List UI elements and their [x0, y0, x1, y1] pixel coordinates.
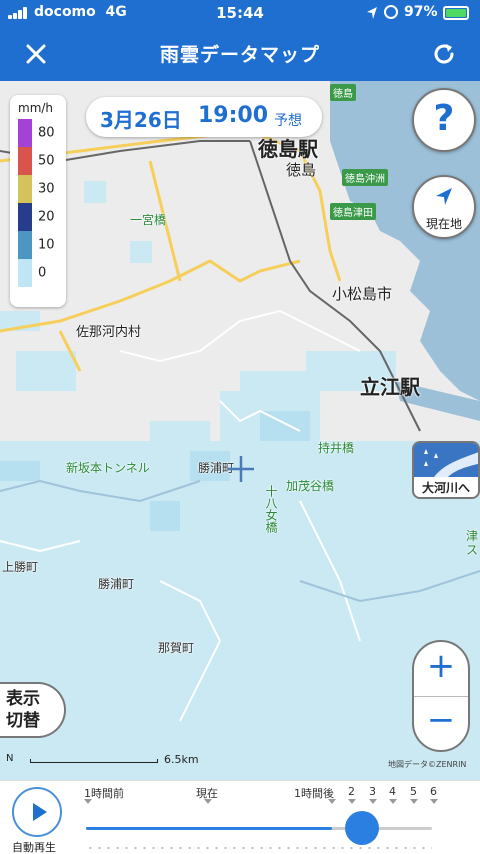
help-button[interactable]: ? [412, 88, 476, 152]
legend-swatch [18, 147, 32, 175]
alarm-icon [384, 5, 398, 19]
major-river-button[interactable]: 大河川へ [412, 441, 480, 499]
timeline-dots [86, 847, 432, 849]
legend-swatch [18, 259, 32, 287]
timeline-slider-thumb[interactable] [344, 811, 379, 845]
rain-legend: mm/h 80 50 30 20 10 0 [10, 95, 66, 307]
river-icon [414, 443, 478, 477]
timeline-label: 6 [430, 785, 437, 798]
legend-value: 10 [38, 237, 55, 253]
location-arrow-icon [367, 7, 377, 19]
timeline-progress [86, 827, 332, 830]
label-tokushima-okisu: 徳島沖洲 [342, 169, 388, 186]
zoom-out-button[interactable]: − [414, 700, 468, 754]
timeline-tick [389, 799, 397, 804]
label-kamikatsu-town: 上勝町 [2, 560, 39, 574]
label-juhachime-bridge: 十八女橋 [264, 485, 278, 533]
label-tokushima-station: 徳島駅 [258, 137, 318, 161]
header-bar: 雨雲データマップ [0, 26, 480, 81]
legend-row: 20 [18, 203, 62, 231]
legend-value: 0 [38, 265, 47, 281]
refresh-icon[interactable] [428, 38, 460, 70]
legend-value: 20 [38, 209, 55, 225]
legend-swatch [18, 203, 32, 231]
legend-swatch [18, 231, 32, 259]
label-tatsue-station: 立江駅 [360, 375, 420, 399]
navigation-arrow-icon [436, 188, 452, 205]
page-title: 雨雲データマップ [159, 44, 320, 66]
major-river-label: 大河川へ [421, 481, 470, 495]
timeline-label: 5 [410, 785, 417, 798]
label-tokushima-tsuda: 徳島津田 [330, 203, 376, 220]
label-tokushima-top: 徳島 [330, 84, 356, 101]
legend-row: 30 [18, 175, 62, 203]
zoom-control: + − [412, 640, 470, 752]
rain-map[interactable]: 徳島駅 徳島 徳島 徳島沖洲 徳島津田 一宮橋 小松島市 佐那河内村 立江駅 持… [0, 81, 480, 780]
label-shinsakamoto-tunnel: 新坂本トンネル [66, 461, 150, 475]
north-indicator: N [6, 753, 14, 764]
label-edge-right: 津 ス [466, 529, 479, 557]
app: docomo 4G 15:44 97% 雨雲データマップ 徳島駅 徳島 徳島 徳… [0, 0, 480, 854]
timeline-bar: 自動再生 1時間前 現在 1時間後 2 3 4 5 6 [0, 780, 480, 854]
label-tokushima: 徳島 [286, 161, 317, 179]
timeline-track[interactable] [86, 827, 432, 830]
legend-row: 50 [18, 147, 62, 175]
legend-value: 30 [38, 181, 55, 197]
label-kamoya-bridge: 加茂谷橋 [286, 479, 335, 493]
zoom-divider [414, 696, 468, 697]
auto-play-label: 自動再生 [12, 841, 56, 854]
legend-unit: mm/h [18, 101, 54, 115]
map-base [0, 81, 480, 780]
zoom-in-button[interactable]: + [414, 646, 468, 700]
timeline-tick [84, 799, 92, 804]
legend-row: 0 [18, 259, 62, 287]
scale-distance: 6.5km [164, 753, 199, 766]
timeline-tick [204, 799, 212, 804]
current-location-label: 現在地 [425, 217, 462, 231]
label-komatsushima-city: 小松島市 [332, 285, 393, 303]
timeline-tick [430, 799, 438, 804]
timeline-tick [369, 799, 377, 804]
status-bar: docomo 4G 15:44 97% [0, 0, 480, 26]
label-sanagochi: 佐那河内村 [76, 325, 142, 340]
display-toggle-button[interactable]: 表示 切替 [0, 682, 66, 738]
help-question-icon: ? [433, 98, 455, 139]
current-location-button[interactable]: 現在地 [412, 175, 476, 239]
legend-swatch [18, 175, 32, 203]
legend-value: 50 [38, 153, 55, 169]
crosshair-icon [228, 456, 254, 482]
forecast-time: 19:00 [198, 103, 269, 128]
timeline-label: 3 [369, 785, 376, 798]
play-button[interactable] [12, 787, 62, 837]
label-ichinomiya-bridge: 一宮橋 [130, 213, 167, 227]
legend-value: 80 [38, 125, 55, 141]
timeline-label: 4 [389, 785, 396, 798]
scale-bar [30, 759, 158, 763]
legend-swatch [18, 119, 32, 147]
label-mochii-bridge: 持井橋 [318, 441, 355, 455]
timeline-tick [328, 799, 336, 804]
map-credit: 地図データ©ZENRIN [388, 760, 467, 769]
timeline-label: 2 [348, 785, 355, 798]
timeline-tick [348, 799, 356, 804]
legend-row: 80 [18, 119, 62, 147]
forecast-date: 3月26日 [100, 108, 182, 132]
battery-percent: 97% [404, 4, 438, 20]
forecast-mode: 予想 [274, 113, 302, 129]
display-toggle-label: 表示 切替 [6, 689, 40, 731]
play-icon [33, 803, 47, 821]
label-naka-town: 那賀町 [158, 641, 195, 655]
battery-icon [443, 6, 469, 20]
timeline-tick [410, 799, 418, 804]
forecast-time-pill: 3月26日 19:00 予想 [86, 97, 322, 137]
label-katsuura-town-2: 勝浦町 [98, 577, 135, 591]
legend-row: 10 [18, 231, 62, 259]
